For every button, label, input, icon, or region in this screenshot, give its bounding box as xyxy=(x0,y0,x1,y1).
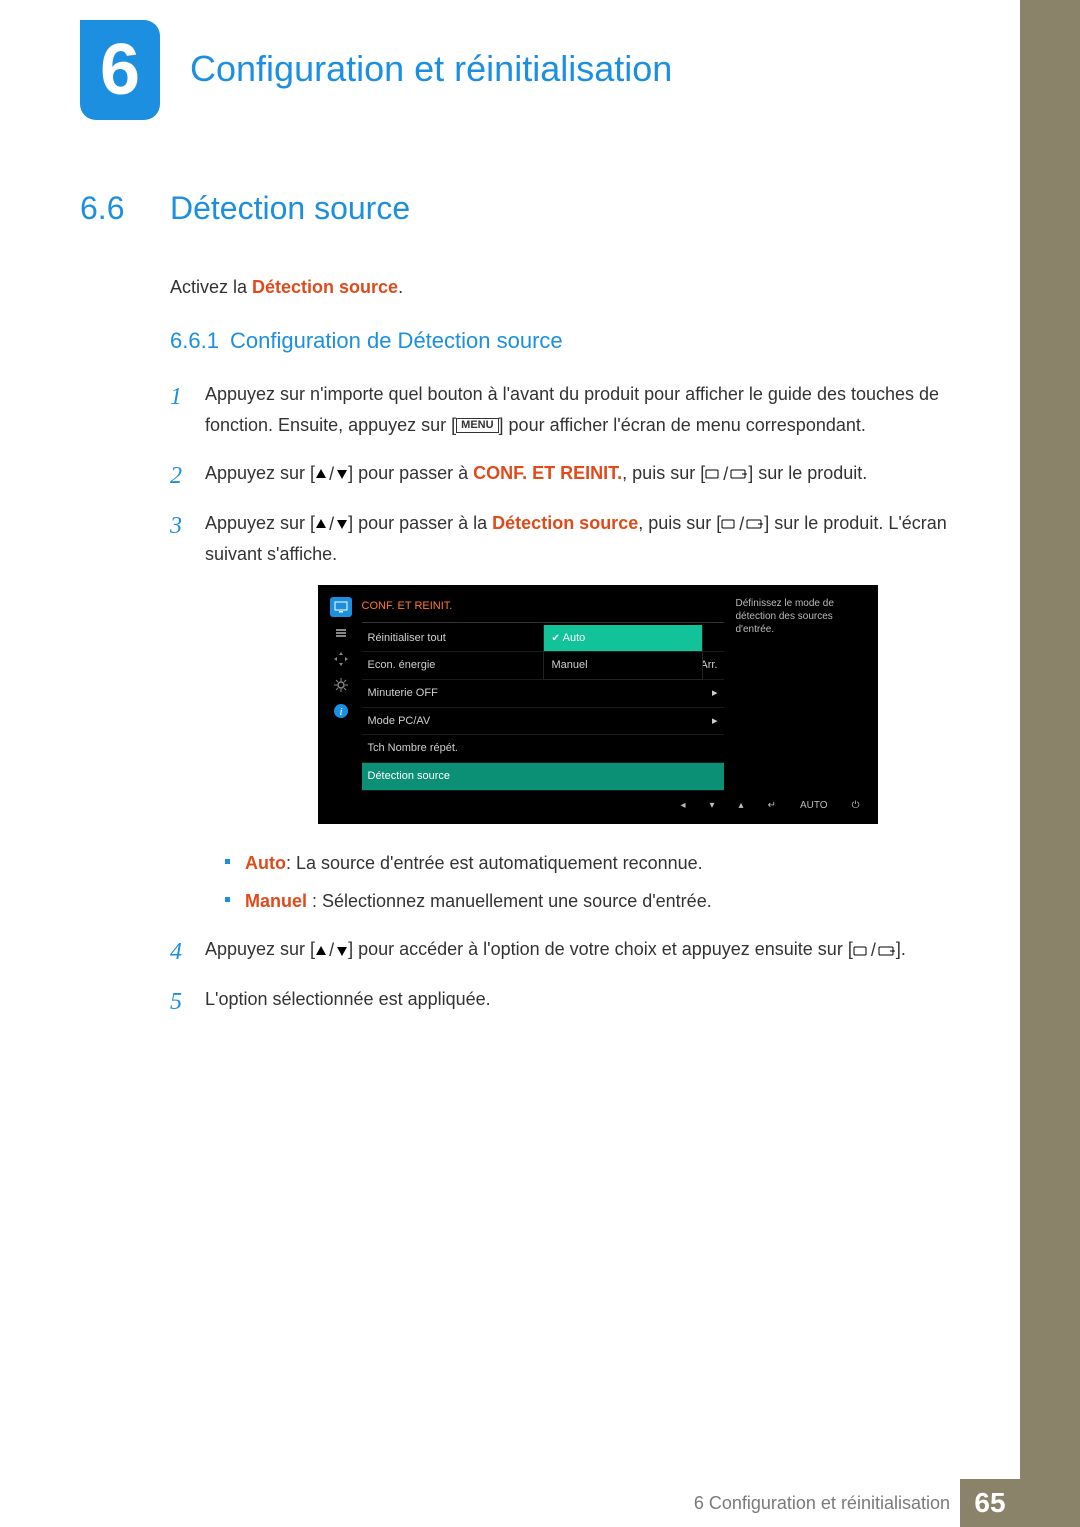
osd-row: Mode PC/AV▸ xyxy=(362,708,724,736)
source-button-icon: / xyxy=(853,935,896,966)
intro-term: Détection source xyxy=(252,277,398,297)
source-button-icon: / xyxy=(721,509,764,540)
chapter-title: Configuration et réinitialisation xyxy=(190,48,672,90)
left-icon: ◂ xyxy=(680,797,685,814)
osd-side-icons: i xyxy=(326,593,356,791)
step-term: CONF. ET REINIT. xyxy=(473,463,622,483)
osd-row: Tch Nombre répét. xyxy=(362,735,724,763)
subsection-heading: 6.6.1Configuration de Détection source xyxy=(170,328,990,354)
osd-row-selected: Détection source xyxy=(362,763,724,791)
up-icon: ▴ xyxy=(739,797,744,814)
step-number: 5 xyxy=(170,982,182,1023)
section-heading: 6.6Détection source xyxy=(80,190,990,227)
enter-icon: ↵ xyxy=(768,797,776,814)
bars-icon xyxy=(330,623,352,643)
bullet-manuel: Manuel : Sélectionnez manuellement une s… xyxy=(225,887,990,916)
source-button-icon: / xyxy=(705,459,748,490)
down-icon: ▾ xyxy=(710,797,715,814)
chapter-number-badge: 6 xyxy=(80,20,160,120)
osd-option-selected: Auto xyxy=(543,625,703,653)
svg-text:i: i xyxy=(339,706,342,718)
osd-title: CONF. ET REINIT. xyxy=(362,593,724,623)
move-icon xyxy=(330,649,352,669)
step-number: 2 xyxy=(170,456,182,497)
step-3: 3 Appuyez sur [/] pour passer à la Détec… xyxy=(170,508,990,917)
footer-chapter-ref: 6 Configuration et réinitialisation xyxy=(694,1493,950,1514)
gear-icon xyxy=(330,675,352,695)
osd-screenshot: i CONF. ET REINIT. Réinitialiser tout Ec… xyxy=(318,585,878,824)
footer-page-number: 65 xyxy=(960,1479,1020,1527)
subsection-title: Configuration de Détection source xyxy=(230,328,563,353)
osd-menu: CONF. ET REINIT. Réinitialiser tout Econ… xyxy=(356,593,730,791)
up-down-icon: / xyxy=(315,459,348,490)
osd-row: Minuterie OFF▸ xyxy=(362,680,724,708)
section-number: 6.6 xyxy=(80,190,170,227)
sidebar-stripe xyxy=(1020,0,1080,1527)
info-icon: i xyxy=(330,701,352,721)
up-down-icon: / xyxy=(315,935,348,966)
step-1: 1 Appuyez sur n'importe quel bouton à l'… xyxy=(170,379,990,440)
menu-button-icon: MENU xyxy=(456,418,498,433)
subsection-number: 6.6.1 xyxy=(170,328,230,354)
step-number: 1 xyxy=(170,377,182,418)
step-4: 4 Appuyez sur [/] pour accéder à l'optio… xyxy=(170,934,990,966)
power-icon: ⏻ xyxy=(852,797,860,814)
osd-option: Manuel xyxy=(543,652,703,680)
up-down-icon: / xyxy=(315,509,348,540)
osd-options-popup: Auto Manuel xyxy=(543,625,703,680)
intro-text: Activez la Détection source. xyxy=(170,277,990,298)
monitor-icon xyxy=(330,597,352,617)
step-term: Détection source xyxy=(492,513,638,533)
step-2: 2 Appuyez sur [/] pour passer à CONF. ET… xyxy=(170,458,990,490)
step-number: 3 xyxy=(170,506,182,547)
page-footer: 6 Configuration et réinitialisation 65 xyxy=(0,1479,1020,1527)
step-5: 5 L'option sélectionnée est appliquée. xyxy=(170,984,990,1015)
section-title: Détection source xyxy=(170,190,410,226)
bullet-auto: Auto: La source d'entrée est automatique… xyxy=(225,849,990,878)
step-number: 4 xyxy=(170,932,182,973)
osd-footer: ◂ ▾ ▴ ↵ AUTO ⏻ xyxy=(326,791,870,816)
osd-description: Définissez le mode de détection des sour… xyxy=(730,593,870,791)
auto-label: AUTO xyxy=(800,797,828,814)
